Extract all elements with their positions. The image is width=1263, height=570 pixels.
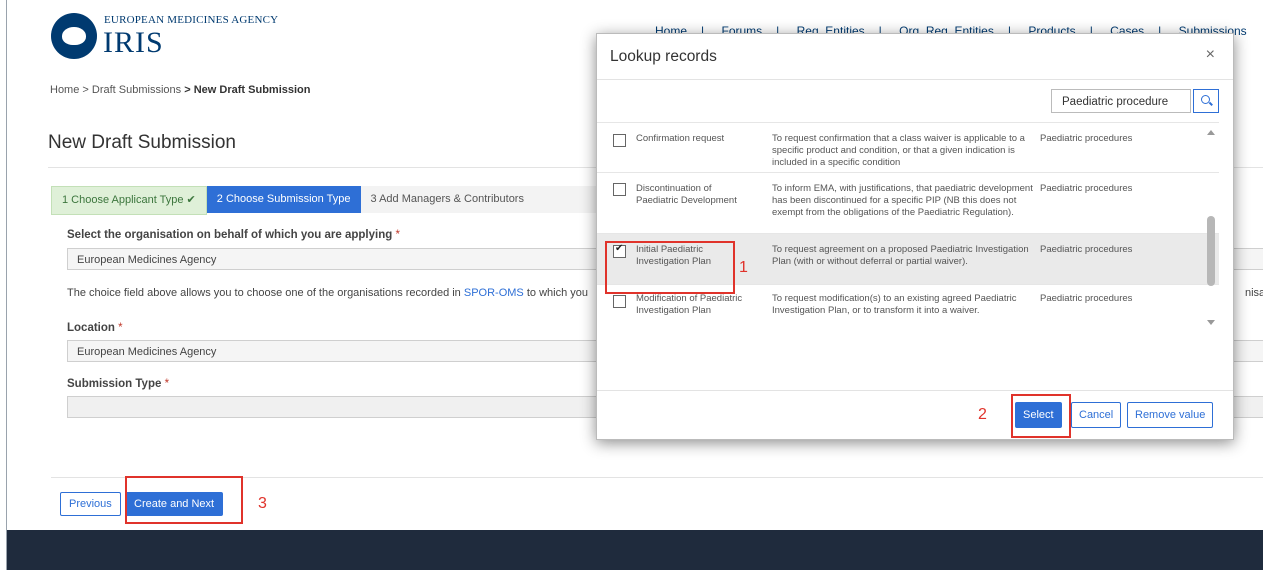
callout-number-1: 1 — [739, 259, 748, 276]
callout-number-2: 2 — [978, 406, 987, 423]
row-checkbox[interactable] — [613, 134, 626, 147]
row-area: Paediatric procedures — [1040, 244, 1133, 255]
row-description: To request agreement on a proposed Paedi… — [772, 244, 1029, 267]
row-area: Paediatric procedures — [1040, 133, 1133, 144]
row-checkbox[interactable] — [613, 295, 626, 308]
scroll-down-icon[interactable] — [1207, 320, 1215, 325]
row-checkbox[interactable] — [613, 183, 626, 196]
row-name: Discontinuation of Paediatric Developmen… — [636, 183, 737, 206]
scroll-up-icon[interactable] — [1207, 130, 1215, 135]
callout-box-3 — [125, 476, 243, 524]
row-area: Paediatric procedures — [1040, 183, 1133, 194]
results-list: Confirmation request To request confirma… — [597, 122, 1219, 340]
list-item[interactable]: Confirmation request To request confirma… — [597, 122, 1219, 172]
scrollbar-thumb[interactable] — [1207, 216, 1215, 286]
remove-value-button[interactable]: Remove value — [1127, 402, 1214, 428]
callout-box-2 — [1011, 394, 1071, 438]
list-item[interactable]: Discontinuation of Paediatric Developmen… — [597, 172, 1219, 233]
row-area: Paediatric procedures — [1040, 293, 1133, 304]
divider — [597, 79, 1233, 80]
row-description: To inform EMA, with justifications, that… — [772, 183, 1033, 218]
row-name: Modification of Paediatric Investigation… — [636, 293, 743, 316]
row-name: Confirmation request — [636, 133, 725, 144]
cancel-button[interactable]: Cancel — [1071, 402, 1122, 428]
callout-box-1 — [605, 241, 735, 294]
row-description: To request confirmation that a class wai… — [772, 133, 1025, 168]
close-icon[interactable]: × — [1206, 46, 1215, 64]
row-description: To request modification(s) to an existin… — [772, 293, 1017, 316]
divider — [597, 390, 1233, 391]
search-button[interactable] — [1193, 89, 1219, 113]
callout-number-3: 3 — [258, 495, 267, 512]
results-scrollbar[interactable] — [1203, 130, 1217, 335]
dialog-title: Lookup records — [610, 48, 717, 65]
search-input[interactable]: Paediatric procedure — [1051, 89, 1191, 113]
lookup-records-dialog: Lookup records × Paediatric procedure Co… — [596, 33, 1234, 440]
